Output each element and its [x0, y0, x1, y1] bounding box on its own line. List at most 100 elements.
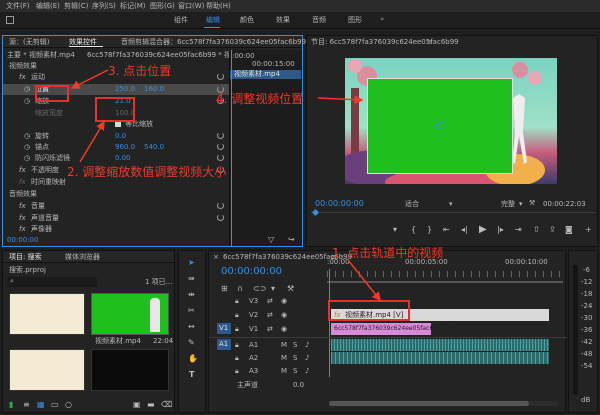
lock-a3-icon[interactable]: 🔒︎ [235, 368, 239, 375]
mic-a3-icon[interactable]: ♪ [305, 368, 309, 375]
track-a1[interactable]: A1 🔒︎ A1 M S ♪ [209, 339, 327, 351]
anchor-y-value[interactable]: 540.0 [144, 144, 164, 151]
fit-dropdown[interactable]: 适合 [405, 201, 419, 208]
clip-a2[interactable] [331, 352, 549, 364]
mini-clip-bar[interactable]: 视频素材.mp4 [230, 70, 301, 79]
add-marker-icon[interactable]: ▾ [393, 226, 397, 234]
export-frame-icon[interactable]: ◙ [565, 226, 573, 234]
go-to-in-icon[interactable]: ⇤ [443, 226, 450, 234]
solo-a1[interactable]: S [293, 342, 297, 349]
channel-volume-label[interactable]: 声道音量 [31, 215, 59, 222]
timeline-timecode[interactable]: 00:00:00:00 [221, 267, 282, 277]
track-v1[interactable]: V1 🔒︎ V1 ⇄ ◉ [209, 323, 327, 335]
zoom-slider-icon[interactable]: ○ [65, 401, 72, 409]
stopwatch-flicker-icon[interactable]: ◷ [24, 155, 30, 162]
quality-dropdown[interactable]: 完整 [501, 201, 515, 208]
mute-a1[interactable]: M [281, 342, 287, 349]
timeline-close-icon[interactable]: × [213, 254, 219, 261]
mute-a2[interactable]: M [281, 355, 287, 362]
reset-anchor-icon[interactable] [217, 143, 224, 150]
reset-flicker-icon[interactable] [217, 154, 224, 161]
menu-edit[interactable]: 编辑(E) [36, 3, 60, 10]
reset-rotation-icon[interactable] [217, 132, 224, 139]
lock-a2-icon[interactable]: 🔒︎ [235, 355, 239, 362]
new-item-icon[interactable]: ▣ [133, 401, 141, 409]
rotation-label[interactable]: 旋转 [35, 133, 49, 140]
workspace-tab-audio[interactable]: 音频 [312, 17, 326, 24]
mark-in-icon[interactable]: { [411, 226, 416, 234]
stopwatch-position-icon[interactable]: ◷ [24, 86, 30, 93]
source-a1-patch[interactable]: A1 [217, 339, 231, 350]
menu-marker[interactable]: 标记(M) [120, 3, 146, 10]
menu-sequence[interactable]: 序列(S) [92, 3, 116, 10]
nest-icon[interactable]: ⊞ [221, 285, 228, 293]
type-tool-icon[interactable]: T [189, 371, 194, 379]
lock-v3-icon[interactable]: 🔒︎ [235, 298, 239, 305]
razor-tool-icon[interactable]: ✂ [188, 307, 195, 315]
scrollbar-thumb[interactable] [329, 401, 529, 406]
opacity-label[interactable]: 不透明度 [31, 167, 59, 174]
snap-icon[interactable]: ∩ [237, 285, 243, 293]
tab-project[interactable]: 项目: 搜索 [9, 254, 42, 261]
lock-v2-icon[interactable]: 🔒︎ [235, 312, 239, 319]
volume-label[interactable]: 音量 [31, 203, 45, 210]
play-icon[interactable]: ▶ [479, 225, 487, 235]
anchor-crosshair-icon[interactable] [436, 121, 444, 129]
rotation-value[interactable]: 0.0 [115, 133, 126, 140]
track-v3[interactable]: 🔒︎ V3 ⇄ ◉ [209, 295, 327, 307]
menu-file[interactable]: 文件(F) [6, 3, 30, 10]
mic-a2-icon[interactable]: ♪ [305, 355, 309, 362]
sync-v1-icon[interactable]: ⇄ [267, 326, 273, 333]
lift-icon[interactable]: ⇧ [533, 226, 540, 234]
panel-menu-icon[interactable]: ≡ [427, 38, 433, 46]
clip-v1[interactable]: 6cc578f7fa376039c624ee05fac6b99.jpg [331, 323, 456, 335]
master-value[interactable]: 0.0 [293, 382, 304, 389]
reset-channel-icon[interactable] [217, 214, 224, 221]
program-timecode[interactable]: 00:00:00:00 [315, 200, 364, 208]
workspace-tab-assembly[interactable]: 组件 [174, 17, 188, 24]
panner-label[interactable]: 声像器 [31, 226, 52, 233]
hand-tool-icon[interactable]: ✋ [188, 355, 198, 363]
selection-tool-icon[interactable]: ➤ [188, 259, 195, 267]
lock-v1-icon[interactable]: 🔒︎ [235, 326, 239, 333]
stopwatch-anchor-icon[interactable]: ◷ [24, 144, 30, 151]
eye-v2-icon[interactable]: ◉ [281, 312, 287, 319]
flicker-label[interactable]: 防闪烁滤镜 [35, 155, 70, 162]
tab-source[interactable]: 源：(无剪辑) [9, 39, 49, 46]
work-area-bar[interactable] [327, 281, 563, 283]
tab-media-browser[interactable]: 媒体浏览器 [65, 254, 100, 261]
green-video-clip[interactable] [367, 78, 513, 174]
anchor-x-value[interactable]: 960.0 [115, 144, 135, 151]
project-thumb-1[interactable] [9, 293, 85, 335]
menu-graphics[interactable]: 图形(G) [150, 3, 175, 10]
stopwatch-rotation-icon[interactable]: ◷ [24, 133, 30, 140]
track-select-icon[interactable]: ⇛ [188, 275, 195, 283]
icon-view-icon[interactable]: ▦ [37, 401, 45, 409]
menu-help[interactable]: 帮助(H) [206, 3, 231, 10]
timeline-scrollbar[interactable] [329, 401, 559, 406]
project-thumb-video[interactable] [91, 293, 169, 335]
sync-v2-icon[interactable]: ⇄ [267, 312, 273, 319]
workspace-tab-graphics[interactable]: 图形 [348, 17, 362, 24]
sync-v3-icon[interactable]: ⇄ [267, 298, 273, 305]
master-track[interactable]: 主声道 0.0 [209, 379, 327, 391]
workspace-tab-effects[interactable]: 效果 [276, 17, 290, 24]
quality-chevron-icon[interactable]: ▾ [519, 201, 523, 208]
fit-chevron-icon[interactable]: ▾ [449, 201, 453, 208]
project-thumb-4[interactable] [91, 349, 169, 391]
workspace-tab-color[interactable]: 颜色 [240, 17, 254, 24]
freeform-view-icon[interactable]: ▭ [51, 401, 59, 409]
mic-a1-icon[interactable]: ♪ [305, 342, 309, 349]
export-icon[interactable]: ↪ [288, 236, 295, 244]
track-a3[interactable]: 🔒︎ A3 M S ♪ [209, 365, 327, 377]
more-workspaces-icon[interactable]: » [380, 16, 384, 23]
mark-out-icon[interactable]: } [427, 226, 432, 234]
position-y-value[interactable]: 160.0 [144, 86, 164, 93]
extract-icon[interactable]: ⇪ [549, 226, 556, 234]
reset-volume-icon[interactable] [217, 202, 224, 209]
clip-a1[interactable] [331, 339, 549, 351]
go-to-out-icon[interactable]: ⇥ [515, 226, 522, 234]
home-icon[interactable] [6, 16, 14, 24]
timeline-playhead[interactable] [329, 269, 330, 377]
lock-icon[interactable]: ▮ [9, 401, 13, 409]
